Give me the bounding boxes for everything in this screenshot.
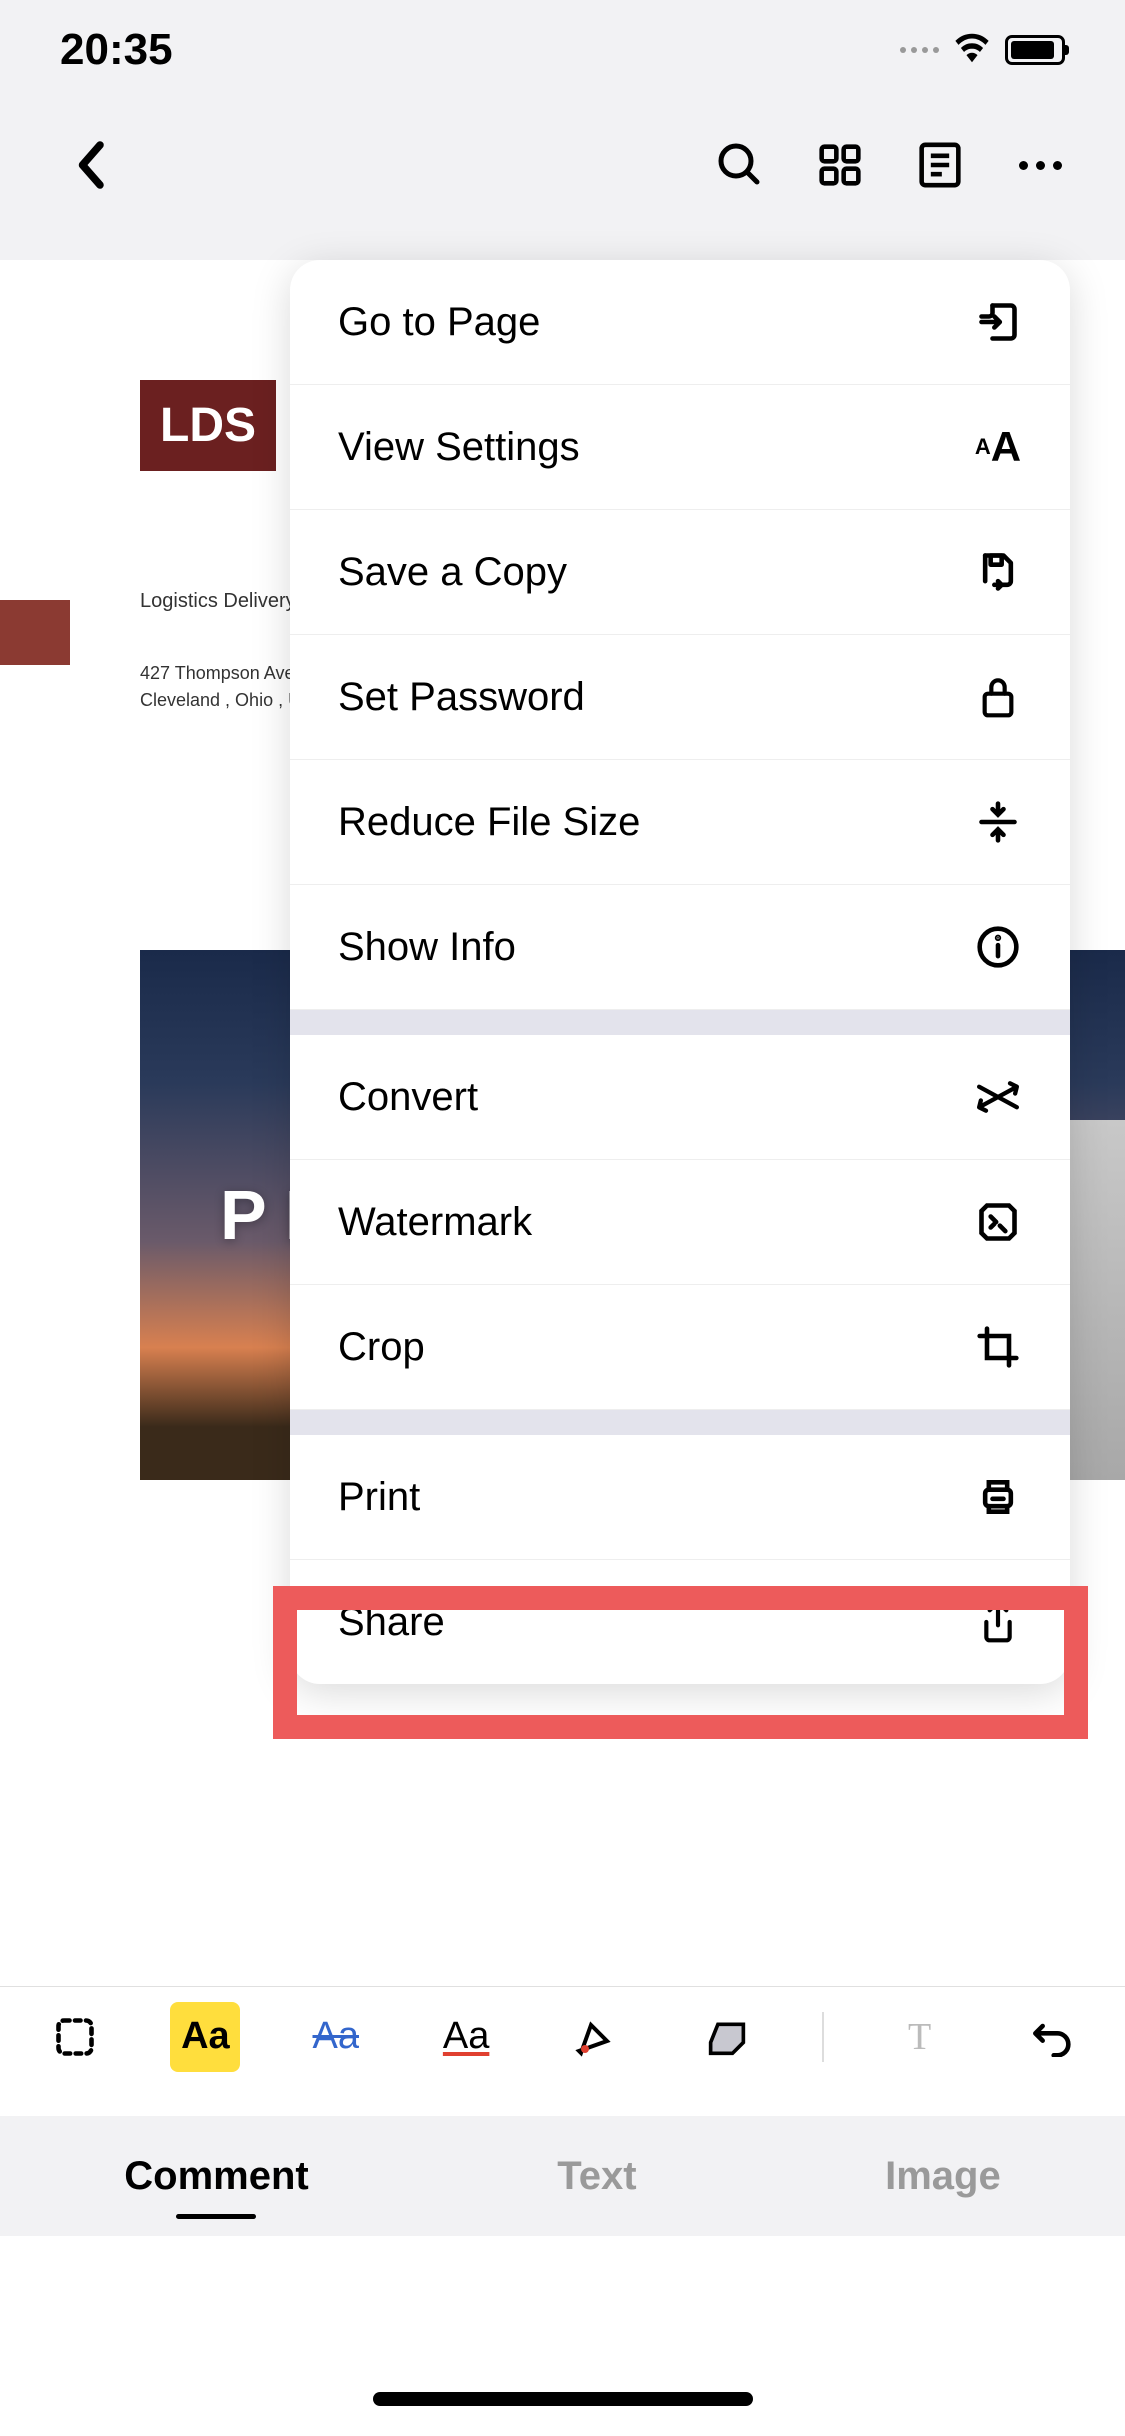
signal-dots: [900, 47, 939, 53]
info-icon: [974, 923, 1022, 971]
wifi-icon: [953, 33, 991, 68]
battery-icon: [1005, 35, 1065, 65]
undo-button[interactable]: [1015, 2002, 1085, 2072]
red-accent: [0, 600, 70, 665]
menu-set-password[interactable]: Set Password: [290, 635, 1070, 760]
menu-watermark[interactable]: Watermark: [290, 1160, 1070, 1285]
compress-icon: [974, 798, 1022, 846]
home-indicator[interactable]: [373, 2392, 753, 2406]
options-menu: Go to Page View Settings AA Save a Copy …: [290, 260, 1070, 1684]
menu-convert[interactable]: Convert: [290, 1035, 1070, 1160]
status-time: 20:35: [60, 25, 173, 75]
menu-view-settings[interactable]: View Settings AA: [290, 385, 1070, 510]
menu-save-copy[interactable]: Save a Copy: [290, 510, 1070, 635]
print-icon: [974, 1473, 1022, 1521]
eraser-tool[interactable]: [692, 2002, 762, 2072]
search-button[interactable]: [715, 140, 765, 190]
bottom-tabs: Comment Text Image: [0, 2116, 1125, 2236]
pen-tool[interactable]: [562, 2002, 632, 2072]
lock-icon: [974, 673, 1022, 721]
doc-logo: LDS: [140, 380, 276, 471]
annotation-toolbar: Aa Aa Aa T: [0, 1986, 1125, 2086]
menu-show-info[interactable]: Show Info: [290, 885, 1070, 1010]
menu-divider: [290, 1010, 1070, 1035]
save-icon: [974, 548, 1022, 596]
menu-go-to-page[interactable]: Go to Page: [290, 260, 1070, 385]
grid-button[interactable]: [815, 140, 865, 190]
status-bar: 20:35: [0, 0, 1125, 100]
more-button[interactable]: [1015, 140, 1065, 190]
text-tool[interactable]: T: [885, 2002, 955, 2072]
menu-reduce-file-size[interactable]: Reduce File Size: [290, 760, 1070, 885]
menu-crop[interactable]: Crop: [290, 1285, 1070, 1410]
tab-image[interactable]: Image: [855, 2134, 1031, 2219]
tab-comment[interactable]: Comment: [94, 2134, 338, 2219]
back-button[interactable]: [60, 135, 120, 195]
menu-divider: [290, 1410, 1070, 1435]
highlight-tool[interactable]: Aa: [170, 2002, 240, 2072]
menu-print[interactable]: Print: [290, 1435, 1070, 1560]
text-size-icon: AA: [974, 423, 1022, 471]
convert-icon: [974, 1073, 1022, 1121]
status-icons: [900, 33, 1065, 68]
watermark-icon: [974, 1198, 1022, 1246]
top-nav: [0, 100, 1125, 230]
crop-icon: [974, 1323, 1022, 1371]
doc-subtitle: Logistics Delivery S: [140, 590, 315, 613]
select-tool[interactable]: [40, 2002, 110, 2072]
strikethrough-tool[interactable]: Aa: [301, 2002, 371, 2072]
tab-text[interactable]: Text: [527, 2134, 666, 2219]
annotation-highlight: [273, 1586, 1088, 1739]
outline-button[interactable]: [915, 140, 965, 190]
underline-tool[interactable]: Aa: [431, 2002, 501, 2072]
go-to-page-icon: [974, 298, 1022, 346]
